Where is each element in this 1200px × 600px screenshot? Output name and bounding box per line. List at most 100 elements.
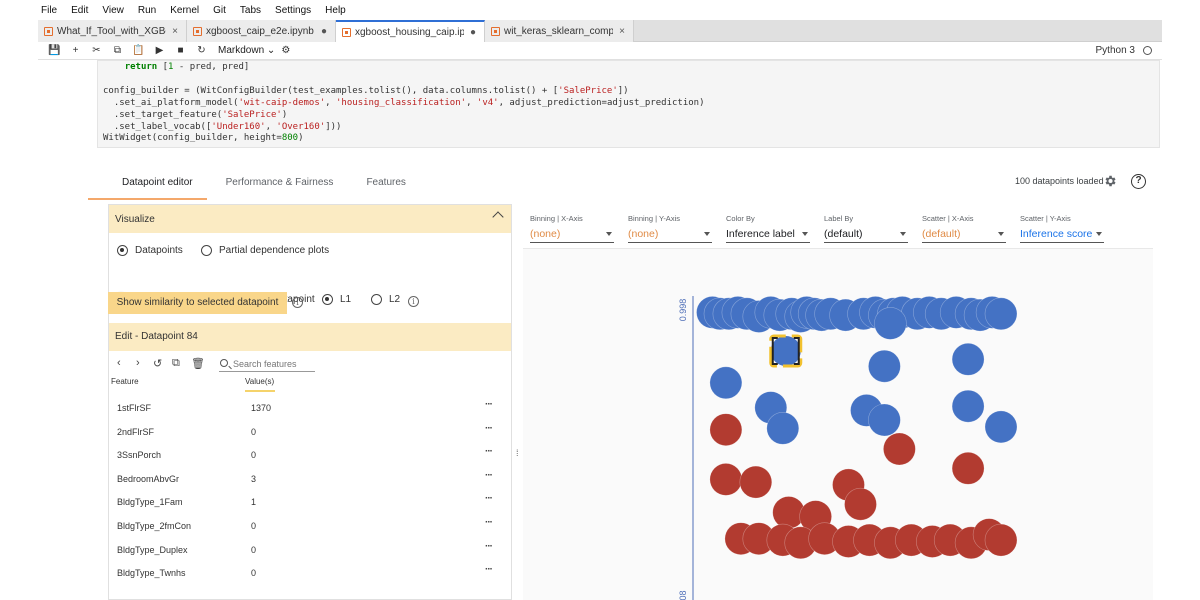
datapoint-over160[interactable] [874,307,907,340]
radio-l2[interactable]: L2 [371,294,400,305]
menu-settings[interactable]: Settings [275,5,311,16]
datapoint-over160[interactable] [766,412,800,445]
info-icon[interactable]: i [408,296,419,307]
feature-value[interactable]: 0 [251,545,256,555]
restart-icon[interactable]: ↻ [191,45,212,56]
datapoint-over160[interactable] [709,366,743,400]
notebook-tab-bar: What_If_Tool_with_XGBoos × xgboost_caip_e2… [38,20,1162,42]
cut-icon[interactable]: ✂ [86,45,107,56]
stop-icon[interactable]: ■ [170,45,191,56]
datapoint-under160[interactable] [739,465,773,499]
close-icon[interactable]: × [170,26,180,37]
search-icon [220,359,228,367]
datapoint-over160[interactable] [951,389,985,423]
feature-name: 3SsnPorch [117,450,162,461]
notebook-tab[interactable]: xgboost_caip_e2e.ipynb ● [187,20,336,42]
notebook-icon [491,26,500,36]
unsaved-dot-icon[interactable]: ● [319,26,329,37]
menu-file[interactable]: File [41,5,57,16]
more-options-icon[interactable]: ··· [485,493,493,504]
datapoint-over160[interactable] [951,343,985,376]
menu-help[interactable]: Help [325,5,346,16]
notebook-tab[interactable]: What_If_Tool_with_XGBoos × [38,20,187,42]
more-options-icon[interactable]: ··· [485,541,493,552]
menu-run[interactable]: Run [138,5,156,16]
y-axis-tick-label: 108 [678,590,688,600]
datapoint-under160[interactable] [709,463,743,496]
save-icon[interactable]: 💾 [44,45,65,56]
datapoint-under160[interactable] [709,413,743,446]
show-similarity-button[interactable]: Show similarity to selected datapoint [108,292,287,314]
datapoint-over160[interactable] [984,410,1018,444]
more-options-icon[interactable]: ··· [485,446,493,457]
visualize-header[interactable]: Visualize [109,205,511,233]
feature-row: BldgType_1Fam 1 ··· [109,491,511,515]
kernel-status[interactable]: Python 3 [1096,45,1152,56]
datapoint-under160[interactable] [984,523,1018,557]
feature-row: BldgType_Twnhs 0 ··· [109,562,511,586]
search-features-input[interactable]: Search features [219,356,315,372]
radio-datapoints[interactable]: Datapoints [117,245,183,256]
code-editor[interactable]: return [1 - pred, pred] config_builder =… [103,62,1159,145]
duplicate-icon[interactable]: ⧉ [172,357,180,370]
info-icon[interactable]: i [292,297,303,308]
close-icon[interactable]: × [617,26,627,37]
add-cell-icon[interactable]: + [65,45,86,56]
delete-icon[interactable]: 🗑 [191,357,205,370]
chevron-right-icon[interactable]: › [136,357,140,369]
menu-tabs[interactable]: Tabs [240,5,261,16]
code-cell[interactable]: return [1 - pred, pred] config_builder =… [97,60,1160,148]
search-placeholder: Search features [233,359,297,369]
radio-partial-dependence[interactable]: Partial dependence plots [201,245,329,256]
more-options-icon[interactable]: ··· [485,564,493,575]
unsaved-dot-icon[interactable]: ● [468,27,478,38]
notebook-icon [342,27,351,37]
gear-icon[interactable] [1103,174,1117,188]
tab-features[interactable]: Features [366,168,405,200]
feature-value[interactable]: 0 [251,427,256,437]
datapoint-under160[interactable] [883,432,916,466]
menu-edit[interactable]: Edit [71,5,88,16]
feature-value[interactable]: 0 [251,521,256,531]
chevron-left-icon[interactable]: ‹ [117,357,121,369]
radio-l1[interactable]: L1 [322,294,351,305]
feature-value[interactable]: 3 [251,474,256,484]
panel-splitter[interactable]: ⁞ [516,448,519,458]
help-icon[interactable]: ? [1131,174,1146,189]
history-icon[interactable]: ↺ [153,357,162,370]
more-options-icon[interactable]: ··· [485,517,493,528]
radio-datapoints-label: Datapoints [135,245,183,256]
chevron-up-icon[interactable] [492,211,504,223]
datapoint-under160[interactable] [951,451,985,485]
more-options-icon[interactable]: ··· [485,399,493,410]
radio-checked-icon [117,245,128,256]
menu-git[interactable]: Git [213,5,226,16]
selected-datapoint[interactable] [769,334,803,368]
tab-datapoint-editor[interactable]: Datapoint editor [88,168,207,200]
git-icon[interactable]: ⚙ [275,45,296,56]
datapoint-over160[interactable] [984,297,1018,331]
notebook-tab[interactable]: xgboost_housing_caip.ipyr ● [336,20,485,42]
feature-value[interactable]: 1 [251,497,256,507]
feature-value[interactable]: 0 [251,568,256,578]
paste-icon[interactable]: 📋 [128,45,149,56]
run-icon[interactable]: ▶ [149,45,170,56]
datapoint-under160[interactable] [844,487,877,521]
more-options-icon[interactable]: ··· [485,423,493,434]
notebook-tab[interactable]: wit_keras_sklearn_compari × [485,20,634,42]
copy-icon[interactable]: ⧉ [107,45,128,56]
more-options-icon[interactable]: ··· [485,470,493,481]
feature-value[interactable]: 1370 [251,403,271,413]
feature-row: BedroomAbvGr 3 ··· [109,468,511,492]
column-header-feature: Feature [111,377,139,386]
tab-performance-fairness[interactable]: Performance & Fairness [226,168,334,200]
datapoint-over160[interactable] [868,349,901,383]
cell-type-select[interactable]: Markdown ⌄ [218,45,275,56]
notebook-icon [44,26,53,36]
datapoint-scatter-plot[interactable]: 0.998 108 [523,204,1153,600]
feature-value[interactable]: 0 [251,450,256,460]
menu-view[interactable]: View [102,5,124,16]
notebook-tab-label: What_If_Tool_with_XGBoos [57,25,166,37]
datapoint-over160[interactable] [868,403,901,437]
menu-kernel[interactable]: Kernel [170,5,199,16]
